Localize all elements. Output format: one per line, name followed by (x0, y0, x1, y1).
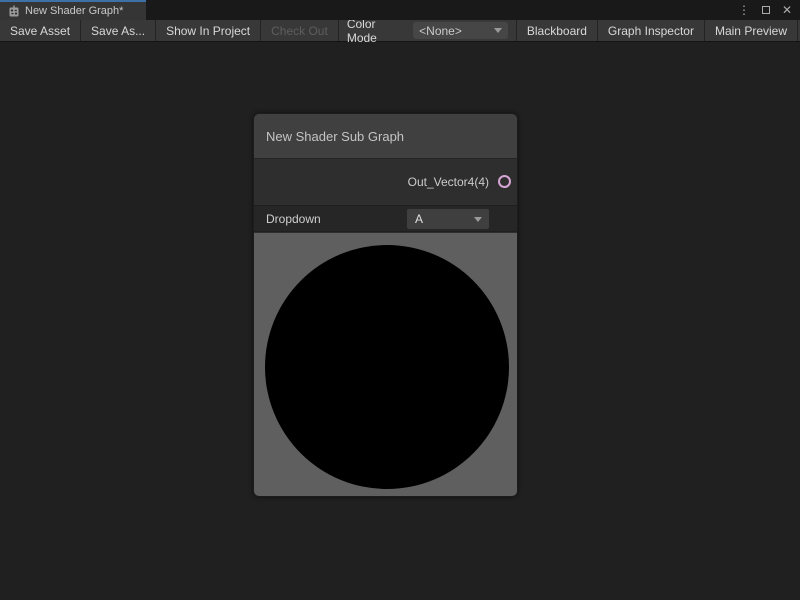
dropdown-label: Dropdown (266, 212, 321, 226)
graph-inspector-toggle-button[interactable]: Graph Inspector (597, 20, 704, 41)
tab-title: New Shader Graph* (25, 5, 123, 17)
save-asset-button[interactable]: Save Asset (0, 20, 81, 41)
main-preview-toggle-button[interactable]: Main Preview (704, 20, 798, 41)
sub-graph-output-node[interactable]: New Shader Sub Graph Out_Vector4(4) Drop… (253, 113, 518, 497)
dropdown-row: Dropdown A (254, 205, 517, 232)
close-icon[interactable]: ✕ (782, 4, 792, 16)
node-title: New Shader Sub Graph (266, 129, 404, 144)
output-port-row: Out_Vector4(4) (254, 159, 517, 205)
check-out-button: Check Out (261, 20, 339, 41)
shader-graph-icon (8, 5, 20, 17)
save-as-button[interactable]: Save As... (81, 20, 156, 41)
vector4-port-icon[interactable] (498, 175, 511, 188)
maximize-icon[interactable] (762, 4, 770, 16)
graph-canvas[interactable]: New Shader Sub Graph Out_Vector4(4) Drop… (0, 43, 800, 600)
color-mode-dropdown[interactable]: <None> (413, 22, 508, 39)
color-mode-group: Color Mode <None> (339, 20, 516, 41)
color-mode-value: <None> (419, 24, 462, 38)
chevron-down-icon (474, 217, 482, 222)
node-dropdown-select[interactable]: A (407, 209, 489, 229)
color-mode-label: Color Mode (347, 17, 405, 45)
toolbar-right-group: Blackboard Graph Inspector Main Preview (516, 20, 800, 41)
blackboard-toggle-button[interactable]: Blackboard (516, 20, 597, 41)
node-preview-area (254, 233, 517, 496)
title-bar: New Shader Graph* ⋮ ✕ (0, 0, 800, 20)
node-dropdown-value: A (415, 212, 423, 226)
show-in-project-button[interactable]: Show In Project (156, 20, 261, 41)
chevron-down-icon (494, 28, 502, 33)
tab-new-shader-graph[interactable]: New Shader Graph* (0, 0, 146, 20)
toolbar: Save Asset Save As... Show In Project Ch… (0, 20, 800, 42)
window-menu-icon[interactable]: ⋮ (738, 4, 750, 16)
output-port-label: Out_Vector4(4) (408, 175, 489, 189)
sphere-preview (265, 245, 509, 489)
node-header[interactable]: New Shader Sub Graph (254, 114, 517, 159)
window-controls: ⋮ ✕ (738, 0, 800, 20)
